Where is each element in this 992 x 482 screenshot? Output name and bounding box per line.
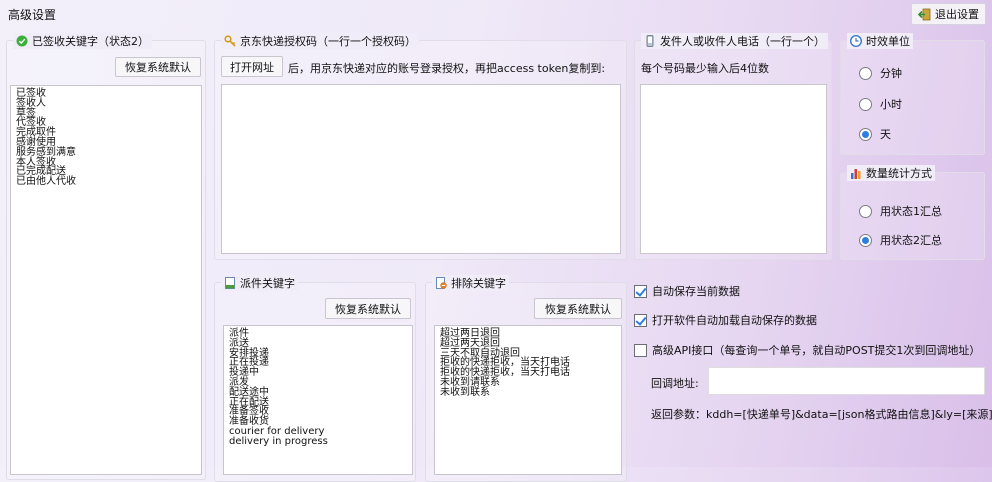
- radio-circle-selected: [859, 127, 872, 141]
- count-method-legend: 数量统计方式: [866, 167, 932, 180]
- jd-auth-group: 京东快递授权码（一行一个授权码） 打开网址 后，用京东快递对应的账号登录授权，再…: [214, 33, 627, 260]
- auto-load-label: 打开软件自动加载自动保存的数据: [652, 314, 817, 327]
- radio-circle: [859, 97, 872, 111]
- callback-url-input[interactable]: [708, 367, 985, 395]
- signed-keywords-legend: 已签收关键字（状态2）: [32, 35, 149, 48]
- count-method-group: 数量统计方式 用状态1汇总 用状态2汇总: [840, 165, 985, 260]
- count-status1-radio[interactable]: 用状态1汇总: [859, 203, 942, 219]
- auto-save-checkbox[interactable]: 自动保存当前数据: [634, 283, 740, 299]
- time-unit-legend: 时效单位: [866, 35, 910, 48]
- api-label: 高级API接口（每查询一个单号，就自动POST提交1次到回调地址）: [652, 344, 981, 357]
- jd-auth-legend: 京东快递授权码（一行一个授权码）: [240, 35, 416, 48]
- open-url-button[interactable]: 打开网址: [221, 56, 283, 77]
- auto-save-label: 自动保存当前数据: [652, 285, 740, 298]
- list-item: 投递中: [229, 367, 259, 379]
- radio-label: 小时: [880, 98, 902, 111]
- clock-icon: [850, 35, 862, 47]
- return-params-text: 返回参数：kddh=[快递单号]&data=[json格式路由信息]&ly=[来…: [651, 408, 992, 421]
- radio-circle: [859, 204, 872, 218]
- dispatch-keywords-group: 派件关键字 恢复系统默认 派件 派送 安排投递 正在投递 投递中 派发 配送途中 正在配送 准备…: [214, 275, 416, 482]
- checkbox-box: [634, 343, 647, 357]
- radio-label: 分钟: [880, 67, 902, 80]
- signed-restore-default-button[interactable]: 恢复系统默认: [115, 57, 201, 77]
- exit-settings-label: 退出设置: [935, 8, 979, 21]
- time-unit-day-radio[interactable]: 天: [859, 126, 891, 142]
- radio-label: 用状态2汇总: [880, 234, 942, 247]
- dispatch-keywords-legend: 派件关键字: [240, 277, 295, 290]
- count-status2-radio[interactable]: 用状态2汇总: [859, 232, 942, 248]
- list-item: 未收到联系: [440, 386, 490, 398]
- list-item: 签收人: [16, 97, 46, 109]
- dispatch-restore-default-button[interactable]: 恢复系统默认: [325, 298, 411, 319]
- radio-circle: [859, 66, 872, 80]
- phone-group: 发件人或收件人电话（一行一个） 每个号码最少输入后4位数: [634, 33, 832, 260]
- exclude-keywords-textarea[interactable]: 超过两日退回 超过两天退回 三天不取自动退回 拒收的快递拒收，当天打电话 拒收的快递拒收…: [434, 325, 622, 475]
- dispatch-keywords-textarea[interactable]: 派件 派送 安排投递 正在投递 投递中 派发 配送途中 正在配送 准备签收 准备收货 courier…: [223, 325, 413, 475]
- jd-auth-textarea[interactable]: [221, 84, 621, 254]
- exclude-keywords-legend: 排除关键字: [451, 277, 506, 290]
- phone-legend: 发件人或收件人电话（一行一个）: [660, 35, 825, 48]
- key-icon: [224, 35, 236, 47]
- list-item: 派件: [229, 328, 249, 339]
- checkbox-box-checked: [634, 284, 647, 298]
- phone-hint: 每个号码最少输入后4位数: [641, 62, 769, 75]
- checkbox-box-checked: [634, 313, 647, 327]
- signed-keywords-group: 已签收关键字（状态2） 恢复系统默认 已签收 签收人 草签 代签收 完成取件 感谢使用 服务…: [6, 33, 206, 480]
- list-item: delivery in progress: [229, 435, 328, 447]
- radio-circle-selected: [859, 233, 872, 247]
- radio-label: 用状态1汇总: [880, 205, 942, 218]
- time-unit-group: 时效单位 分钟 小时 天: [840, 33, 985, 155]
- time-unit-minute-radio[interactable]: 分钟: [859, 65, 902, 81]
- time-unit-hour-radio[interactable]: 小时: [859, 96, 902, 112]
- radio-label: 天: [880, 128, 891, 141]
- callback-label: 回调地址:: [651, 377, 699, 390]
- exit-settings-button[interactable]: 退出设置: [911, 3, 986, 25]
- auto-load-checkbox[interactable]: 打开软件自动加载自动保存的数据: [634, 312, 817, 328]
- phone-textarea[interactable]: [640, 84, 827, 254]
- list-item: 已由他人代收: [16, 176, 76, 188]
- signed-keywords-textarea[interactable]: 已签收 签收人 草签 代签收 完成取件 感谢使用 服务感到满意 本人签收 已完成配送 已由他人代收: [10, 85, 202, 475]
- document-icon: [225, 277, 235, 289]
- exit-icon: [918, 8, 931, 20]
- check-circle-icon: [16, 35, 28, 47]
- window-title: 高级设置: [8, 8, 57, 22]
- jd-auth-hint: 后，用京东快递对应的账号登录授权，再把access token复制到:: [288, 62, 606, 75]
- phone-icon: [646, 35, 654, 47]
- document-minus-icon: [436, 277, 447, 289]
- exclude-restore-default-button[interactable]: 恢复系统默认: [534, 298, 622, 319]
- api-checkbox[interactable]: 高级API接口（每查询一个单号，就自动POST提交1次到回调地址）: [634, 342, 980, 358]
- exclude-keywords-group: 排除关键字 恢复系统默认 超过两日退回 超过两天退回 三天不取自动退回 拒收的快递拒收…: [425, 275, 627, 482]
- bar-chart-icon: [851, 169, 861, 179]
